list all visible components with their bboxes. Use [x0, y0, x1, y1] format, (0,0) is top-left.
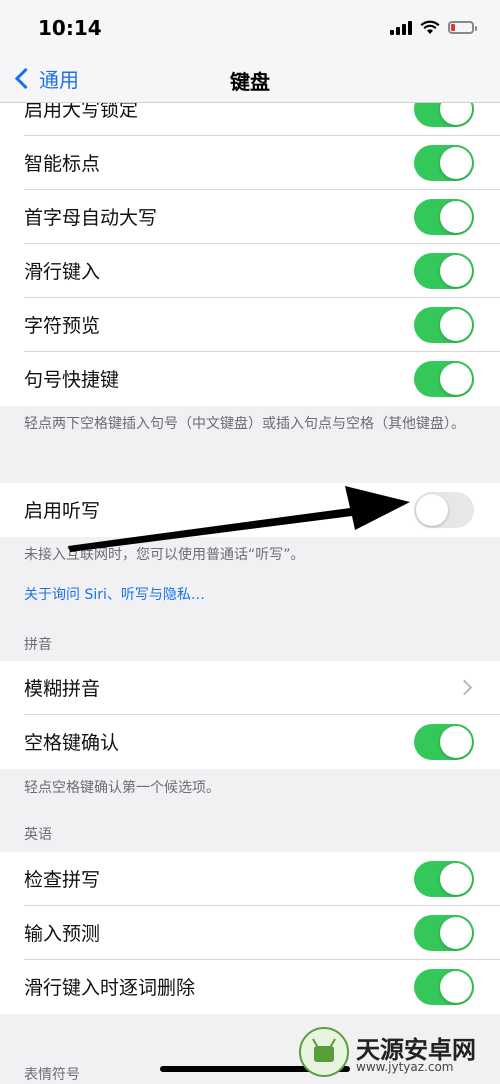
- toggle-knob: [440, 309, 472, 341]
- watermark-logo: 天源安卓网 www.jytyaz.com: [296, 1022, 492, 1080]
- delete-slide-to-type-toggle[interactable]: [414, 969, 474, 1005]
- row-predictive[interactable]: 输入预测: [0, 906, 500, 960]
- smart-punctuation-toggle[interactable]: [414, 145, 474, 181]
- row-space-confirm[interactable]: 空格键确认: [0, 715, 500, 769]
- row-fuzzy-pinyin[interactable]: 模糊拼音: [0, 661, 500, 715]
- row-label: 句号快捷键: [24, 369, 120, 391]
- predictive-toggle[interactable]: [414, 915, 474, 951]
- character-preview-toggle[interactable]: [414, 307, 474, 343]
- status-time: 10:14: [38, 16, 102, 40]
- toggle-knob: [440, 863, 472, 895]
- watermark-url: www.jytyaz.com: [356, 1060, 454, 1074]
- cellular-signal-icon: [390, 19, 412, 35]
- status-icons: [390, 19, 477, 35]
- row-label: 模糊拼音: [24, 678, 101, 700]
- space-confirm-footer: 轻点空格键确认第一个候选项。: [24, 780, 220, 796]
- row-label: 滑行键入: [24, 261, 101, 283]
- toggle-knob: [440, 726, 472, 758]
- row-enable-dictation[interactable]: 启用听写: [0, 483, 500, 537]
- pinyin-section-header: 拼音: [24, 637, 52, 653]
- row-label: 空格键确认: [24, 732, 120, 754]
- dictation-footer: 未接入互联网时，您可以使用普通话“听写”。: [24, 547, 305, 563]
- row-label: 滑行键入时逐词删除: [24, 977, 196, 999]
- row-check-spelling[interactable]: 检查拼写: [0, 852, 500, 906]
- row-slide-to-type[interactable]: 滑行键入: [0, 244, 500, 298]
- navigation-bar: 通用 键盘: [0, 60, 500, 103]
- emoji-section-header: 表情符号: [24, 1067, 80, 1083]
- toggle-knob: [440, 971, 472, 1003]
- wifi-icon: [420, 20, 440, 34]
- toggle-knob: [440, 147, 472, 179]
- auto-capitalization-toggle[interactable]: [414, 199, 474, 235]
- enable-dictation-toggle[interactable]: [414, 492, 474, 528]
- slide-to-type-toggle[interactable]: [414, 253, 474, 289]
- battery-icon: [448, 20, 477, 34]
- toggle-knob: [440, 917, 472, 949]
- siri-privacy-link[interactable]: 关于询问 Siri、听写与隐私…: [24, 584, 205, 604]
- period-shortcut-toggle[interactable]: [414, 361, 474, 397]
- space-confirm-toggle[interactable]: [414, 724, 474, 760]
- row-period-shortcut[interactable]: 句号快捷键: [0, 352, 500, 406]
- row-smart-punctuation[interactable]: 智能标点: [0, 136, 500, 190]
- row-label: 检查拼写: [24, 869, 101, 891]
- toggle-knob: [416, 494, 448, 526]
- row-label: 首字母自动大写: [24, 207, 158, 229]
- row-delete-slide-to-type-by-word[interactable]: 滑行键入时逐词删除: [0, 960, 500, 1014]
- check-spelling-toggle[interactable]: [414, 861, 474, 897]
- english-section-header: 英语: [24, 827, 52, 843]
- row-label: 启用听写: [24, 500, 101, 522]
- page-title: 键盘: [230, 70, 270, 94]
- row-label: 字符预览: [24, 315, 101, 337]
- row-label: 输入预测: [24, 923, 101, 945]
- row-auto-capitalization[interactable]: 首字母自动大写: [0, 190, 500, 244]
- toggle-knob: [440, 255, 472, 287]
- period-shortcut-footer: 轻点两下空格键插入句号（中文键盘）或插入句点与空格（其他键盘）。: [24, 416, 465, 432]
- toggle-knob: [440, 201, 472, 233]
- toggle-knob: [440, 363, 472, 395]
- status-bar: 10:14: [0, 0, 500, 60]
- row-label: 智能标点: [24, 153, 101, 175]
- chevron-right-icon: [456, 679, 473, 696]
- row-character-preview[interactable]: 字符预览: [0, 298, 500, 352]
